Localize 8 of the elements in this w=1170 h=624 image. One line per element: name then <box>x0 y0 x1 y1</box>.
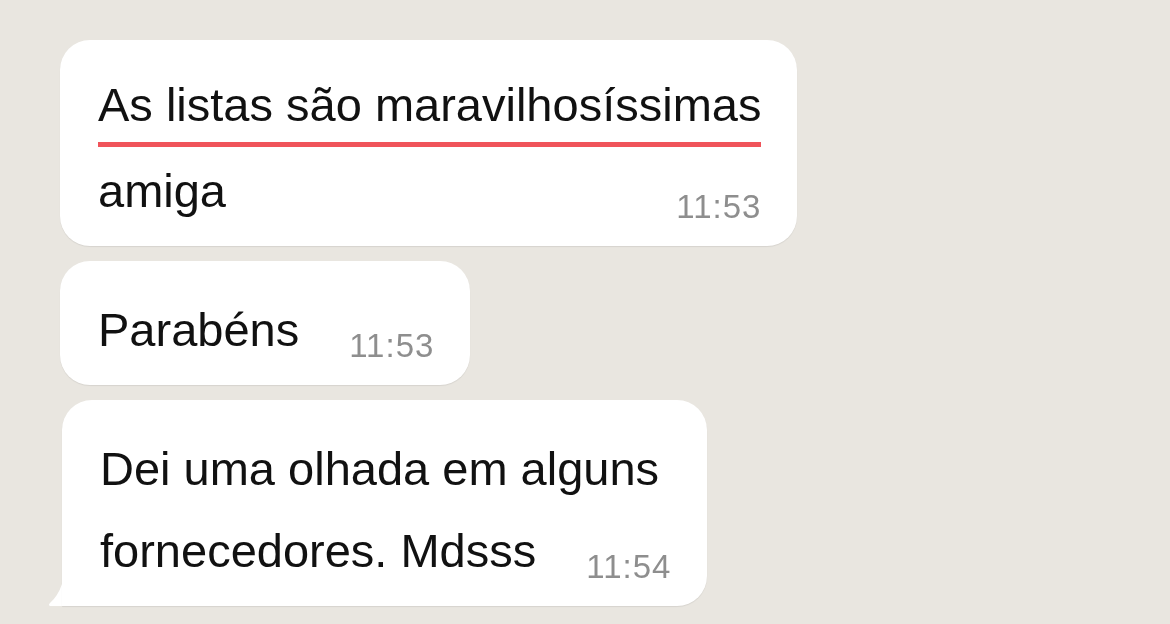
message-time: 11:54 <box>586 548 672 587</box>
message-time: 11:53 <box>676 188 762 227</box>
message-line: Parabéns <box>98 302 300 358</box>
message-line: fornecedores. Mdsss <box>100 523 537 579</box>
message-line: amiga <box>98 163 226 219</box>
message-line: As listas são maravilhosíssimas <box>98 68 762 147</box>
message-time: 11:53 <box>349 327 435 366</box>
message-line: Dei uma olhada em alguns <box>100 441 660 497</box>
